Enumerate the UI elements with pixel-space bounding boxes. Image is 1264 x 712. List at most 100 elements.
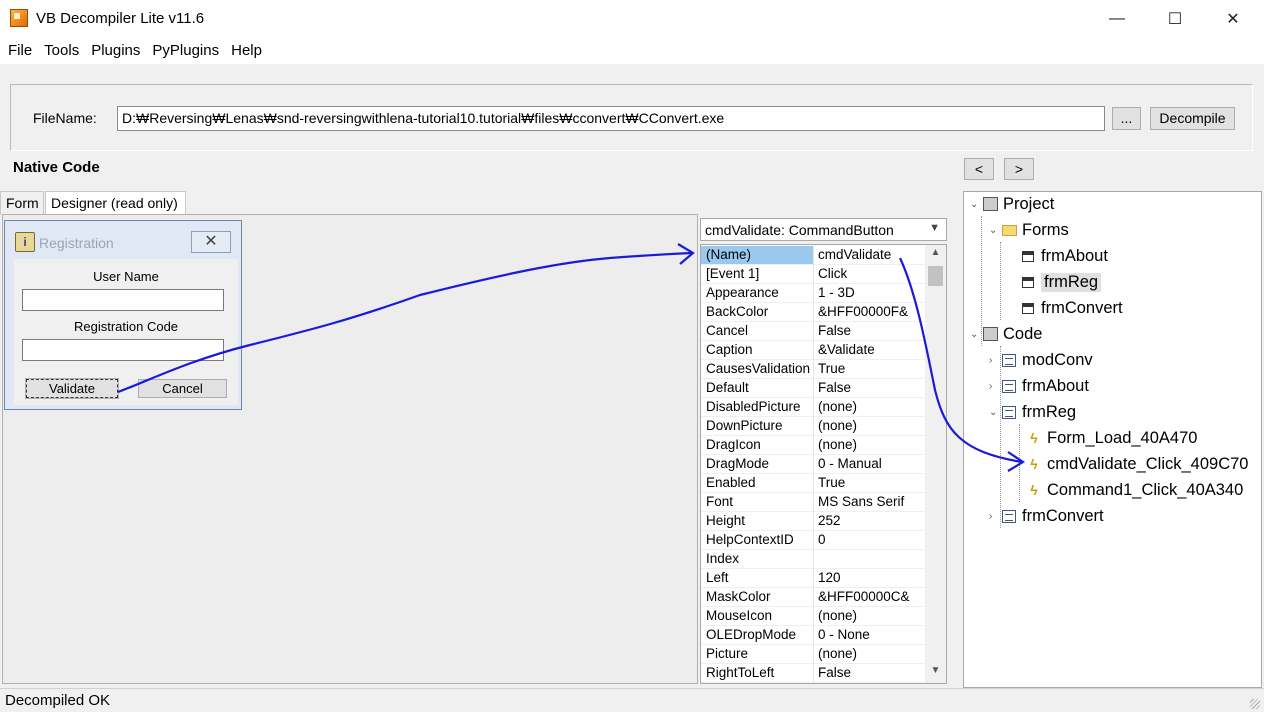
menu-tools[interactable]: Tools <box>38 38 85 64</box>
property-value[interactable]: (none) <box>814 436 925 455</box>
property-value[interactable]: 1 - 3D <box>814 284 925 303</box>
property-value[interactable]: &HFF00000F& <box>814 303 925 322</box>
property-row[interactable]: DragMode 0 - Manual <box>701 455 925 474</box>
property-row[interactable]: Font MS Sans Serif <box>701 493 925 512</box>
property-value[interactable]: False <box>814 379 925 398</box>
tab-form[interactable]: Form <box>0 191 44 215</box>
scroll-up-icon[interactable]: ▲ <box>925 247 946 263</box>
property-row[interactable]: DisabledPicture (none) <box>701 398 925 417</box>
close-icon[interactable]: ✕ <box>191 231 231 253</box>
tree-node-project[interactable]: ⌄ Project <box>970 192 1054 216</box>
property-name: Font <box>701 493 814 512</box>
tree-node-event-form-load[interactable]: ϟ Form_Load_40A470 <box>1026 426 1197 450</box>
expand-icon[interactable]: › <box>989 511 1001 522</box>
property-scrollbar[interactable]: ▲ ▼ <box>925 245 946 683</box>
expand-icon[interactable]: › <box>989 381 1001 392</box>
collapse-icon[interactable]: ⌄ <box>989 407 1001 418</box>
property-row[interactable]: Enabled True <box>701 474 925 493</box>
property-value[interactable]: 120 <box>814 569 925 588</box>
decompile-button[interactable]: Decompile <box>1150 107 1235 130</box>
property-value[interactable]: (none) <box>814 645 925 664</box>
maximize-button[interactable]: ☐ <box>1146 0 1204 38</box>
property-row[interactable]: Default False <box>701 379 925 398</box>
property-row[interactable]: (Name) cmdValidate <box>701 246 925 265</box>
tree-node-code-frmconvert[interactable]: › frmConvert <box>989 504 1104 528</box>
property-value[interactable]: False <box>814 664 925 683</box>
validate-button[interactable]: Validate <box>25 378 119 399</box>
property-row[interactable]: Cancel False <box>701 322 925 341</box>
property-value[interactable]: 0 - Manual <box>814 455 925 474</box>
form-info-icon: i <box>15 232 35 252</box>
property-value[interactable]: MS Sans Serif <box>814 493 925 512</box>
expand-icon[interactable]: › <box>989 355 1001 366</box>
window-title: VB Decompiler Lite v11.6 <box>36 10 205 27</box>
property-row[interactable]: Left 120 <box>701 569 925 588</box>
form-icon <box>1020 301 1036 315</box>
tree-node-code-frmabout[interactable]: › frmAbout <box>989 374 1089 398</box>
property-row[interactable]: Appearance 1 - 3D <box>701 284 925 303</box>
property-row[interactable]: BackColor &HFF00000F& <box>701 303 925 322</box>
property-value[interactable]: 252 <box>814 512 925 531</box>
property-value[interactable]: True <box>814 360 925 379</box>
tree-node-form-frmabout[interactable]: frmAbout <box>1020 244 1108 268</box>
module-icon <box>1001 509 1017 523</box>
tree-node-code-frmreg[interactable]: ⌄ frmReg <box>989 400 1076 424</box>
property-value[interactable]: cmdValidate <box>814 246 925 265</box>
scroll-thumb[interactable] <box>928 266 943 286</box>
menu-file[interactable]: File <box>2 38 38 64</box>
property-value[interactable]: Click <box>814 265 925 284</box>
property-row[interactable]: [Event 1] Click <box>701 265 925 284</box>
property-row[interactable]: HelpContextID 0 <box>701 531 925 550</box>
property-value[interactable]: False <box>814 322 925 341</box>
property-row[interactable]: MaskColor &HFF00000C& <box>701 588 925 607</box>
property-row[interactable]: DragIcon (none) <box>701 436 925 455</box>
menu-help[interactable]: Help <box>225 38 268 64</box>
username-field[interactable] <box>22 289 224 311</box>
property-row[interactable]: CausesValidation True <box>701 360 925 379</box>
tree-node-form-frmconvert[interactable]: frmConvert <box>1020 296 1123 320</box>
tree-node-form-frmreg[interactable]: frmReg <box>1020 270 1102 294</box>
collapse-icon[interactable]: ⌄ <box>970 329 982 340</box>
menu-plugins[interactable]: Plugins <box>85 38 146 64</box>
property-row[interactable]: MouseIcon (none) <box>701 607 925 626</box>
property-row[interactable]: DownPicture (none) <box>701 417 925 436</box>
collapse-icon[interactable]: ⌄ <box>989 225 1001 236</box>
property-value[interactable]: (none) <box>814 398 925 417</box>
browse-button[interactable]: ... <box>1112 107 1141 130</box>
property-row[interactable]: RightToLeft False <box>701 664 925 683</box>
lightning-icon: ϟ <box>1030 430 1038 446</box>
property-row[interactable]: Caption &Validate <box>701 341 925 360</box>
filename-input[interactable]: D:₩Reversing₩Lenas₩snd-reversingwithlena… <box>117 106 1105 131</box>
next-button[interactable]: > <box>1004 158 1034 180</box>
tree-node-forms[interactable]: ⌄ Forms <box>989 218 1069 242</box>
resize-grip-icon[interactable] <box>1250 699 1260 709</box>
tree-node-event-cmdvalidate-click[interactable]: ϟ cmdValidate_Click_409C70 <box>1026 452 1248 476</box>
property-row[interactable]: Height 252 <box>701 512 925 531</box>
menu-pyplugins[interactable]: PyPlugins <box>146 38 225 64</box>
scroll-down-icon[interactable]: ▼ <box>925 665 946 681</box>
tree-node-modconv[interactable]: › modConv <box>989 348 1093 372</box>
folder-icon <box>1001 223 1017 237</box>
object-selector[interactable]: cmdValidate: CommandButton ▼ <box>700 218 947 241</box>
tab-designer[interactable]: Designer (read only) <box>45 191 186 215</box>
property-value[interactable]: (none) <box>814 417 925 436</box>
property-row[interactable]: OLEDropMode 0 - None <box>701 626 925 645</box>
property-value[interactable]: 0 - None <box>814 626 925 645</box>
collapse-icon[interactable]: ⌄ <box>970 199 982 210</box>
tree-node-event-command1-click[interactable]: ϟ Command1_Click_40A340 <box>1026 478 1243 502</box>
property-value[interactable]: &HFF00000C& <box>814 588 925 607</box>
property-value[interactable]: (none) <box>814 607 925 626</box>
property-value[interactable] <box>814 550 925 569</box>
property-value[interactable]: True <box>814 474 925 493</box>
minimize-button[interactable]: — <box>1088 0 1146 38</box>
property-row[interactable]: Picture (none) <box>701 645 925 664</box>
close-button[interactable]: ✕ <box>1204 0 1262 38</box>
regcode-field[interactable] <box>22 339 224 361</box>
cancel-button[interactable]: Cancel <box>138 379 227 398</box>
project-tree: ⌄ Project ⌄ Forms frmAbout frmReg frmCon… <box>963 191 1262 688</box>
property-value[interactable]: &Validate <box>814 341 925 360</box>
tree-node-code[interactable]: ⌄ Code <box>970 322 1042 346</box>
property-row[interactable]: Index <box>701 550 925 569</box>
property-value[interactable]: 0 <box>814 531 925 550</box>
prev-button[interactable]: < <box>964 158 994 180</box>
